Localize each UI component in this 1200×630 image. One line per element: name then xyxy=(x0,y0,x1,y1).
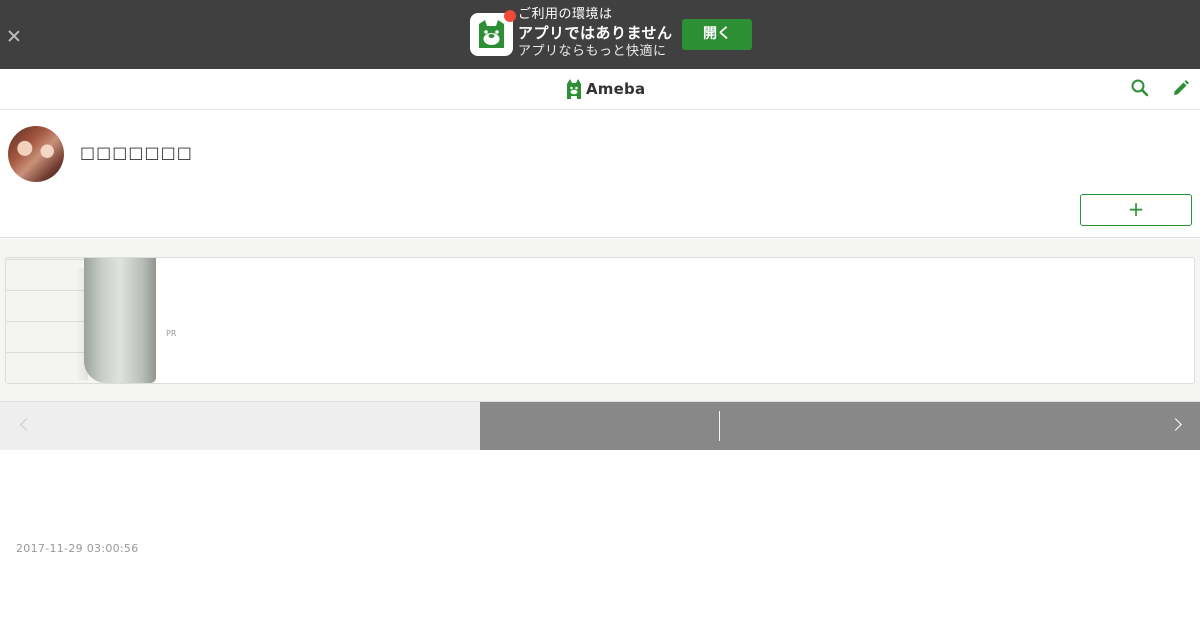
chevron-left-icon xyxy=(20,418,33,431)
blog-profile: □□□□□□□ + xyxy=(0,110,1200,238)
entry-pager xyxy=(0,402,1200,450)
notification-dot xyxy=(504,10,516,22)
open-app-button[interactable]: 開く xyxy=(682,19,752,50)
banner-line2: アプリではありません xyxy=(518,24,673,42)
close-icon[interactable] xyxy=(5,27,23,45)
site-header: Ameba xyxy=(0,69,1200,110)
follow-button[interactable]: + xyxy=(1080,194,1192,226)
ad-card[interactable]: PR xyxy=(5,257,1195,384)
pencil-icon[interactable] xyxy=(1171,78,1191,98)
entry-timestamp: 2017-11-29 03:00:56 xyxy=(16,542,139,555)
ad-area: PR xyxy=(0,239,1200,402)
ameba-logo[interactable]: Ameba xyxy=(565,77,645,101)
app-download-banner: ご利用の環境は アプリではありません アプリならもっと快適に 開く xyxy=(0,0,1200,69)
avatar[interactable] xyxy=(8,126,64,182)
blog-title[interactable]: □□□□□□□ xyxy=(80,143,193,162)
ameba-logo-icon xyxy=(567,79,581,99)
prev-entry-button[interactable] xyxy=(0,402,480,450)
banner-line1: ご利用の環境は xyxy=(518,7,613,22)
search-icon[interactable] xyxy=(1130,78,1150,98)
logo-text: Ameba xyxy=(586,80,646,98)
chevron-right-icon xyxy=(1169,418,1182,431)
ad-image xyxy=(6,258,156,383)
next-entry-button[interactable] xyxy=(480,402,1200,450)
banner-line3: アプリならもっと快適に xyxy=(518,44,667,59)
towel-image xyxy=(84,258,156,383)
ad-label: PR xyxy=(166,329,177,338)
banner-text: ご利用の環境は アプリではありません アプリならもっと快適に xyxy=(518,6,673,61)
pager-divider xyxy=(719,411,720,441)
